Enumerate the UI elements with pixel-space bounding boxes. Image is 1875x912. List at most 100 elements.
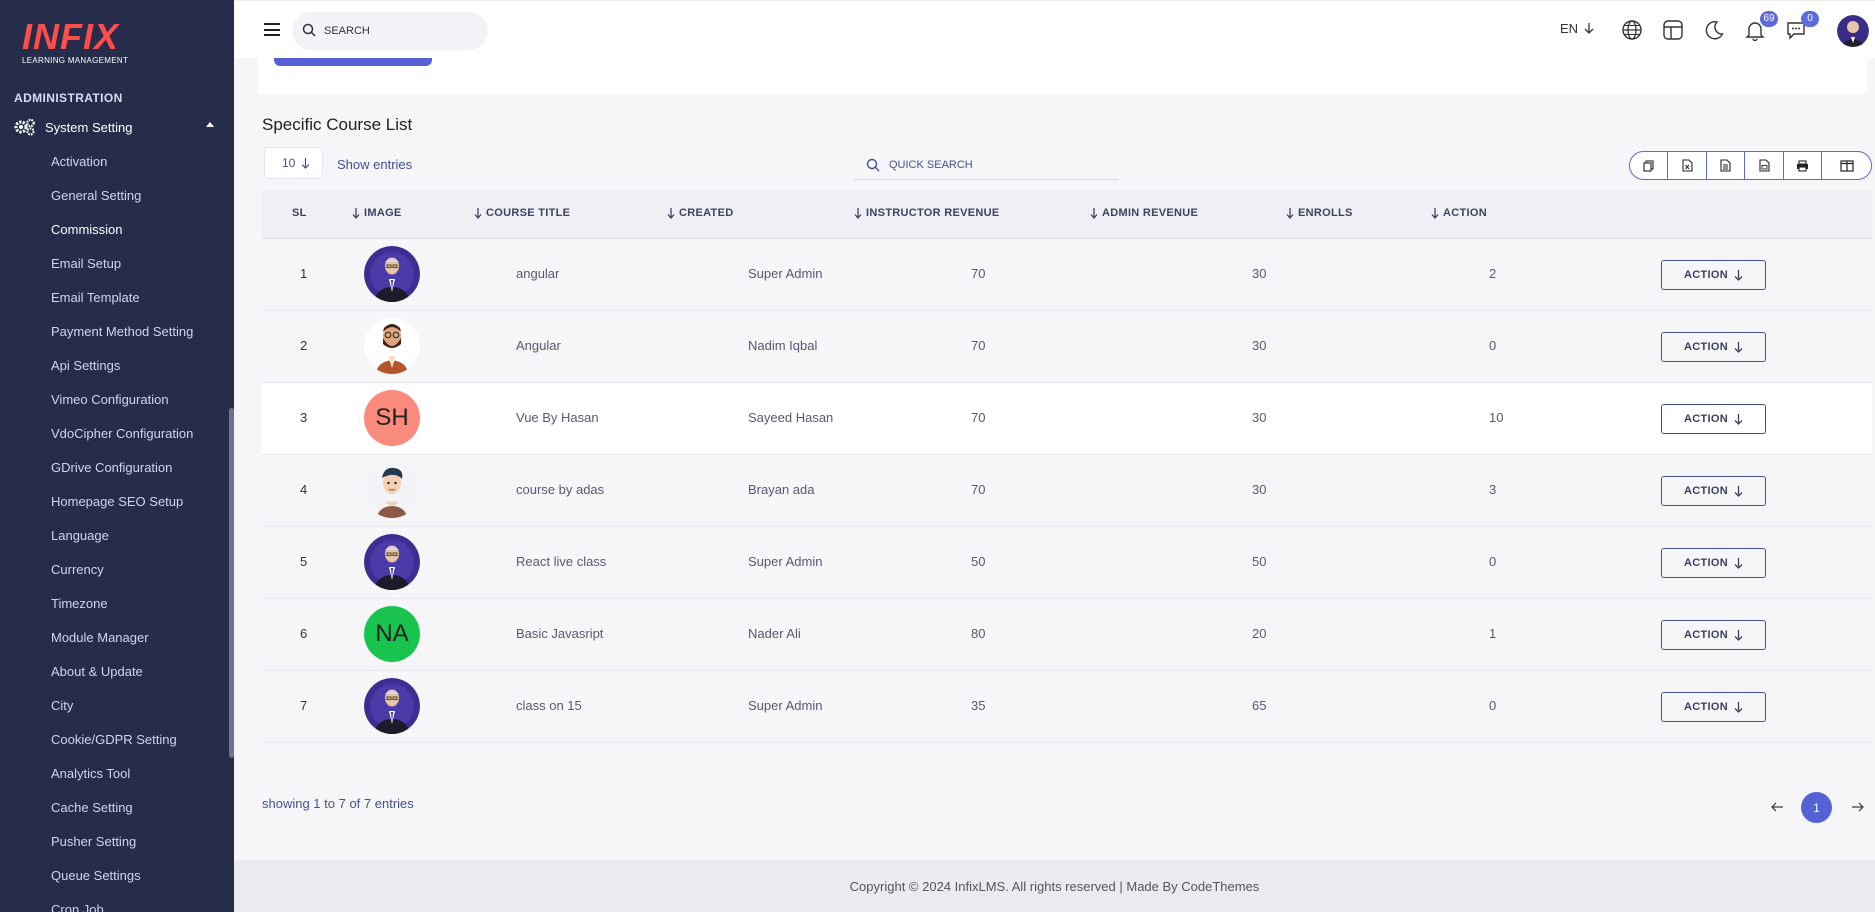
sidebar-item-currency[interactable]: Currency	[51, 559, 193, 593]
pdf-export-icon[interactable]	[1745, 152, 1784, 179]
sidebar-item-module-manager[interactable]: Module Manager	[51, 627, 193, 661]
admin-revenue: 30	[1252, 482, 1267, 497]
excel-export-icon[interactable]	[1668, 152, 1707, 179]
sidebar-item-queue-settings[interactable]: Queue Settings	[51, 865, 193, 899]
column-header-instructor-revenue[interactable]: INSTRUCTOR REVENUE	[854, 207, 1000, 219]
sidebar-item-analytics-tool[interactable]: Analytics Tool	[51, 763, 193, 797]
sidebar-item-about-update[interactable]: About & Update	[51, 661, 193, 695]
sidebar-item-timezone[interactable]: Timezone	[51, 593, 193, 627]
search-input[interactable]	[324, 25, 474, 37]
notification-bell-icon[interactable]: 69	[1744, 11, 1778, 43]
arrow-left-icon[interactable]	[1770, 800, 1784, 814]
action-dropdown-button[interactable]: ACTION	[1661, 332, 1766, 362]
column-header-label: ADMIN REVENUE	[1102, 207, 1199, 219]
action-label: ACTION	[1684, 413, 1728, 425]
sidebar-item-vimeo-configuration[interactable]: Vimeo Configuration	[51, 389, 193, 423]
column-visibility-icon[interactable]	[1822, 152, 1871, 179]
row-serial: 4	[300, 482, 308, 497]
column-header-created[interactable]: CREATED	[667, 207, 733, 219]
brand-logo[interactable]: INFIX LEARNING MANAGEMENT	[22, 19, 129, 66]
layout-icon[interactable]	[1662, 19, 1686, 43]
column-header-sl[interactable]: SL	[292, 207, 307, 219]
row-serial: 5	[300, 554, 308, 569]
message-badge: 0	[1801, 11, 1819, 27]
sidebar-item-cron-job[interactable]: Cron Job	[51, 899, 193, 912]
sidebar-item-language[interactable]: Language	[51, 525, 193, 559]
action-dropdown-button[interactable]: ACTION	[1661, 404, 1766, 434]
column-header-image[interactable]: IMAGE	[352, 207, 402, 219]
sidebar-item-vdocipher-configuration[interactable]: VdoCipher Configuration	[51, 423, 193, 457]
menu-toggle-icon[interactable]	[264, 23, 280, 36]
pagination: 1	[1768, 792, 1868, 824]
page-number-button[interactable]: 1	[1801, 792, 1832, 823]
sidebar-item-api-settings[interactable]: Api Settings	[51, 355, 193, 389]
action-dropdown-button[interactable]: ACTION	[1661, 476, 1766, 506]
action-dropdown-button[interactable]: ACTION	[1661, 260, 1766, 290]
sidebar-item-gdrive-configuration[interactable]: GDrive Configuration	[51, 457, 193, 491]
table-header: SL IMAGE COURSE TITLE CREATED INSTRUCTOR REV…	[262, 190, 1872, 239]
action-label: ACTION	[1684, 269, 1728, 281]
print-icon[interactable]	[1784, 152, 1823, 179]
export-button-group	[1629, 151, 1872, 180]
column-header-label: CREATED	[679, 207, 734, 219]
table-row: 5 React live class Super Admin 50 50 0 ACTION	[262, 527, 1872, 599]
logo-subtitle: LEARNING MANAGEMENT	[22, 56, 129, 65]
action-dropdown-button[interactable]: ACTION	[1661, 548, 1766, 578]
entries-value: 10	[282, 156, 296, 170]
sidebar-item-payment-method-setting[interactable]: Payment Method Setting	[51, 321, 193, 355]
column-header-enrolls[interactable]: ENROLLS	[1286, 207, 1353, 219]
instructor-revenue: 70	[971, 482, 986, 497]
admin-revenue: 30	[1252, 266, 1267, 281]
language-select[interactable]: EN	[1560, 21, 1594, 36]
entries-per-page-select[interactable]: 10	[264, 147, 323, 179]
submit-button[interactable]	[274, 58, 432, 66]
sidebar-item-cookie-gdpr-setting[interactable]: Cookie/GDPR Setting	[51, 729, 193, 763]
sidebar-item-general-setting[interactable]: General Setting	[51, 185, 193, 219]
sidebar-item-cache-setting[interactable]: Cache Setting	[51, 797, 193, 831]
csv-export-icon[interactable]	[1707, 152, 1746, 179]
column-header-label: ENROLLS	[1298, 207, 1353, 219]
action-label: ACTION	[1684, 341, 1728, 353]
show-entries-label: Show entries	[337, 157, 413, 172]
sidebar-item-homepage-seo-setup[interactable]: Homepage SEO Setup	[51, 491, 193, 525]
sidebar-group-system-setting[interactable]: System Setting	[14, 116, 214, 138]
sidebar-item-activation[interactable]: Activation	[51, 151, 193, 185]
global-search[interactable]	[292, 12, 488, 50]
sidebar-item-commission[interactable]: Commission	[51, 219, 193, 253]
column-header-action[interactable]: ACTION	[1431, 207, 1487, 219]
created-by: Brayan ada	[748, 482, 815, 497]
action-dropdown-button[interactable]: ACTION	[1661, 692, 1766, 722]
sort-arrow-icon	[352, 207, 360, 219]
globe-icon[interactable]	[1621, 19, 1645, 43]
quick-search[interactable]	[854, 150, 1118, 180]
row-serial: 1	[300, 266, 308, 281]
sort-arrow-icon	[667, 207, 675, 219]
course-image	[364, 318, 420, 374]
quick-search-input[interactable]	[889, 158, 1089, 171]
created-by: Sayeed Hasan	[748, 410, 834, 425]
copy-icon[interactable]	[1630, 152, 1669, 179]
column-header-admin-revenue[interactable]: ADMIN REVENUE	[1090, 207, 1198, 219]
user-avatar[interactable]	[1837, 15, 1869, 47]
column-header-label: COURSE TITLE	[486, 207, 571, 219]
sidebar-item-pusher-setting[interactable]: Pusher Setting	[51, 831, 193, 865]
dark-mode-moon-icon[interactable]	[1703, 19, 1727, 43]
sidebar: INFIX LEARNING MANAGEMENT ADMINISTRATION…	[0, 0, 234, 912]
course-title: class on 15	[516, 698, 582, 713]
course-title: angular	[516, 266, 560, 281]
top-card	[234, 58, 1875, 94]
table-body: 1 angular Super Admin 70 30 2 ACTION 2 Angular Na…	[262, 239, 1872, 743]
sidebar-item-email-template[interactable]: Email Template	[51, 287, 193, 321]
message-chat-icon[interactable]: 0	[1785, 11, 1819, 43]
sidebar-item-email-setup[interactable]: Email Setup	[51, 253, 193, 287]
enrolls-count: 3	[1489, 482, 1497, 497]
instructor-revenue: 35	[971, 698, 986, 713]
sidebar-item-city[interactable]: City	[51, 695, 193, 729]
action-dropdown-button[interactable]: ACTION	[1661, 620, 1766, 650]
copyright-text: Copyright © 2024 InfixLMS. All rights re…	[849, 878, 1260, 894]
action-label: ACTION	[1684, 701, 1728, 713]
showing-entries-text: showing 1 to 7 of 7 entries	[262, 796, 414, 811]
column-header-course-title[interactable]: COURSE TITLE	[474, 207, 570, 219]
arrow-right-icon[interactable]	[1851, 800, 1865, 814]
sidebar-scrollbar[interactable]	[229, 408, 234, 758]
